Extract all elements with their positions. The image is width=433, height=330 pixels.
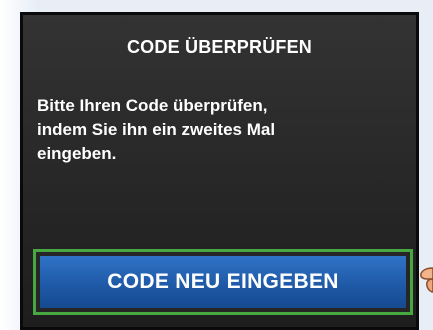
reenter-code-button[interactable]: CODE NEU EINGEBEN [40, 256, 406, 308]
screen-message: Bitte Ihren Code überprüfen, indem Sie i… [37, 94, 337, 166]
message-line-3: eingeben. [37, 144, 117, 163]
pointing-hand-icon [418, 262, 433, 302]
terminal-screen: CODE ÜBERPRÜFEN Bitte Ihren Code überprü… [20, 12, 419, 330]
message-line-1: Bitte Ihren Code überprüfen, [37, 96, 268, 115]
message-line-2: indem Sie ihn ein zweites Mal [37, 120, 276, 139]
highlight-frame: CODE NEU EINGEBEN [33, 249, 413, 315]
screen-title: CODE ÜBERPRÜFEN [126, 37, 312, 57]
